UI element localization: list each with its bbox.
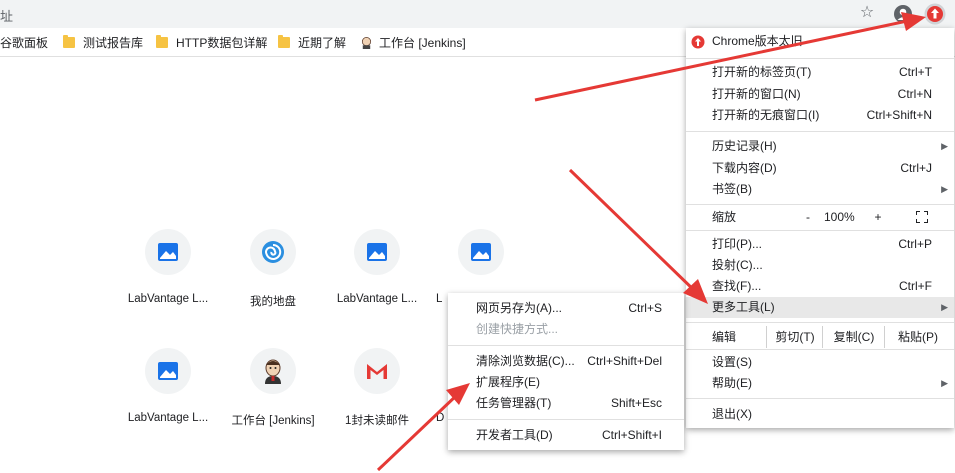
bookmark-item[interactable]: 近期了解 (278, 34, 346, 50)
menu-item-more-tools[interactable]: 更多工具(L) ▶ (686, 297, 954, 318)
menu-separator (686, 58, 954, 59)
chrome-menu: Chrome版本太旧 打开新的标签页(T) Ctrl+T 打开新的窗口(N) C… (686, 28, 954, 428)
menu-separator (686, 398, 954, 399)
submenu-item-save-page[interactable]: 网页另存为(A)... Ctrl+S (448, 298, 684, 319)
submenu-item-dev-tools[interactable]: 开发者工具(D) Ctrl+Shift+I (448, 425, 684, 446)
image-icon (158, 362, 178, 380)
shortcut-tile[interactable]: LabVantage L... (322, 229, 432, 305)
arrow-to-more-tools (568, 168, 700, 296)
profile-icon[interactable] (893, 4, 913, 24)
toolbar: 址 ☆ (0, 0, 955, 28)
menu-separator (686, 322, 954, 323)
folder-icon (156, 34, 168, 48)
copy-button[interactable]: 复制(C) (822, 326, 885, 348)
address-bar[interactable]: 址 (0, 2, 890, 26)
shortcut-tile[interactable]: 工作台 [Jenkins] (218, 348, 328, 428)
menu-separator (686, 230, 954, 231)
chevron-right-icon: ▶ (941, 378, 948, 388)
submenu-item-extensions[interactable]: 扩展程序(E) (448, 372, 684, 393)
update-icon (691, 35, 705, 49)
menu-separator (686, 131, 954, 132)
chevron-right-icon: ▶ (941, 141, 948, 151)
chevron-right-icon: ▶ (941, 184, 948, 194)
menu-item-incognito[interactable]: 打开新的无痕窗口(I) Ctrl+Shift+N (686, 105, 954, 126)
menu-item-history[interactable]: 历史记录(H) ▶ (686, 136, 954, 157)
submenu-item-task-manager[interactable]: 任务管理器(T) Shift+Esc (448, 393, 684, 414)
menu-item-new-tab[interactable]: 打开新的标签页(T) Ctrl+T (686, 62, 954, 83)
menu-separator (448, 345, 684, 346)
shortcut-tile[interactable]: 我的地盘 (218, 229, 328, 309)
cut-button[interactable]: 剪切(T) (766, 326, 823, 348)
menu-item-update[interactable]: Chrome版本太旧 (686, 31, 954, 52)
gmail-icon (367, 364, 387, 379)
menu-item-settings[interactable]: 设置(S) (686, 352, 954, 373)
zoom-row: 缩放 - 100% + (686, 204, 954, 230)
more-tools-submenu: 网页另存为(A)... Ctrl+S 创建快捷方式... 清除浏览数据(C)..… (448, 293, 684, 450)
menu-separator (448, 419, 684, 420)
image-icon (367, 243, 387, 261)
menu-item-exit[interactable]: 退出(X) (686, 404, 954, 425)
menu-item-downloads[interactable]: 下载内容(D) Ctrl+J (686, 158, 954, 179)
menu-item-bookmarks[interactable]: 书签(B) ▶ (686, 179, 954, 200)
image-icon (471, 243, 491, 261)
folder-icon (278, 34, 290, 48)
menu-item-print[interactable]: 打印(P)... Ctrl+P (686, 234, 954, 255)
update-icon[interactable] (924, 3, 946, 25)
shortcut-tile[interactable]: 1封未读邮件 (322, 348, 432, 428)
submenu-item-clear-data[interactable]: 清除浏览数据(C)... Ctrl+Shift+Del (448, 351, 684, 372)
menu-item-new-window[interactable]: 打开新的窗口(N) Ctrl+N (686, 84, 954, 105)
bookmark-item[interactable]: 工作台 [Jenkins] (360, 34, 466, 50)
menu-item-help[interactable]: 帮助(E) ▶ (686, 373, 954, 394)
chevron-right-icon: ▶ (941, 302, 948, 312)
shortcut-tile[interactable]: LabVantage L... (113, 229, 223, 305)
address-bar-text: 址 (0, 9, 14, 24)
bookmark-item[interactable]: HTTP数据包详解 (156, 34, 267, 50)
menu-separator (686, 349, 954, 350)
shortcut-tile[interactable]: LabVantage L... (113, 348, 223, 424)
fullscreen-icon[interactable] (916, 211, 928, 223)
zoom-out-button[interactable]: - (796, 204, 820, 230)
menu-item-cast[interactable]: 投射(C)... (686, 255, 954, 276)
edit-row: 编辑 剪切(T) 复制(C) 粘贴(P) (686, 326, 954, 348)
jenkins-icon (265, 359, 281, 384)
submenu-item-create-shortcut: 创建快捷方式... (476, 322, 559, 336)
image-icon (158, 243, 178, 261)
zoom-in-button[interactable]: + (866, 204, 890, 230)
jenkins-icon (361, 36, 372, 49)
paste-button[interactable]: 粘贴(P) (884, 326, 951, 348)
folder-icon (63, 34, 75, 48)
menu-item-find[interactable]: 查找(F)... Ctrl+F (686, 276, 954, 297)
bookmark-item[interactable]: 测试报告库 (63, 34, 143, 50)
zoom-level: 100% (824, 210, 855, 224)
bookmark-item[interactable]: 谷歌面板 (0, 34, 48, 50)
star-icon[interactable]: ☆ (857, 3, 877, 23)
spiral-icon (262, 241, 284, 263)
